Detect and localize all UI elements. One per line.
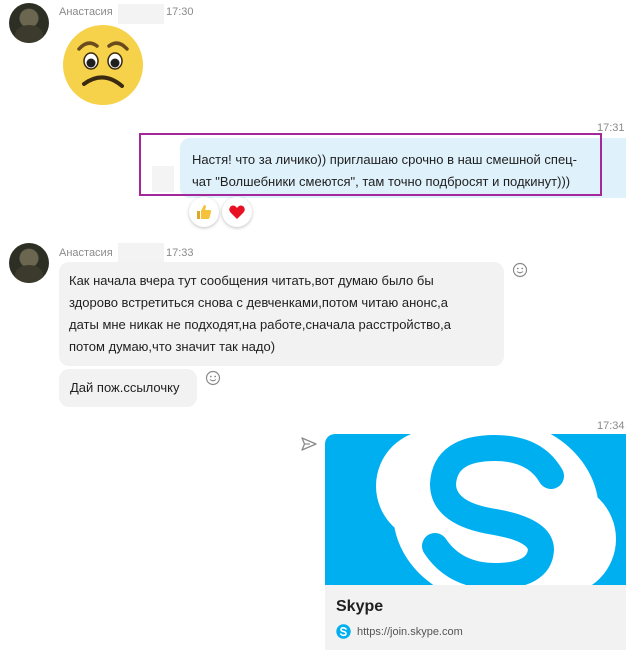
message-line: Как начала вчера тут сообщения читать,во… — [69, 273, 434, 288]
avatar[interactable] — [9, 243, 49, 283]
smile-icon — [205, 370, 221, 386]
message-text: Дай пож.ссылочку — [70, 380, 180, 395]
incoming-message[interactable]: Дай пож.ссылочку — [59, 369, 197, 407]
heart-icon — [229, 205, 245, 219]
message-time: 17:30 — [166, 6, 194, 18]
thumbs-up-icon — [197, 205, 212, 219]
link-preview-card[interactable]: Skype https://join.skype.com — [325, 434, 626, 650]
reaction-thumbs-up[interactable] — [189, 197, 219, 227]
redacted-name — [118, 4, 164, 24]
skype-logo-icon — [376, 434, 616, 585]
sender-name: Анастасия — [59, 247, 113, 259]
skype-favicon-icon — [336, 624, 351, 639]
share-arrow-icon — [301, 437, 317, 451]
avatar[interactable] — [9, 3, 49, 43]
skype-banner — [325, 434, 626, 585]
add-reaction-button[interactable] — [205, 370, 221, 386]
highlight-frame — [139, 133, 602, 196]
message-time: 17:34 — [597, 420, 625, 432]
card-title: Skype — [336, 598, 384, 615]
incoming-message[interactable]: Как начала вчера тут сообщения читать,во… — [59, 262, 504, 366]
redacted-name — [118, 243, 164, 263]
card-url[interactable]: https://join.skype.com — [357, 626, 463, 638]
smile-icon — [512, 262, 528, 278]
message-time: 17:33 — [166, 247, 194, 259]
message-line: даты мне никак не подходят,на работе,сна… — [69, 317, 451, 332]
message-line: здорово встретиться снова с девченками,п… — [69, 295, 449, 310]
message-line: потом думаю,что значит так надо) — [69, 339, 276, 354]
add-reaction-button[interactable] — [512, 262, 528, 278]
forward-button[interactable] — [300, 436, 318, 452]
sender-name: Анастасия — [59, 6, 113, 18]
reaction-heart[interactable] — [222, 197, 252, 227]
worried-face-icon[interactable] — [62, 24, 144, 106]
